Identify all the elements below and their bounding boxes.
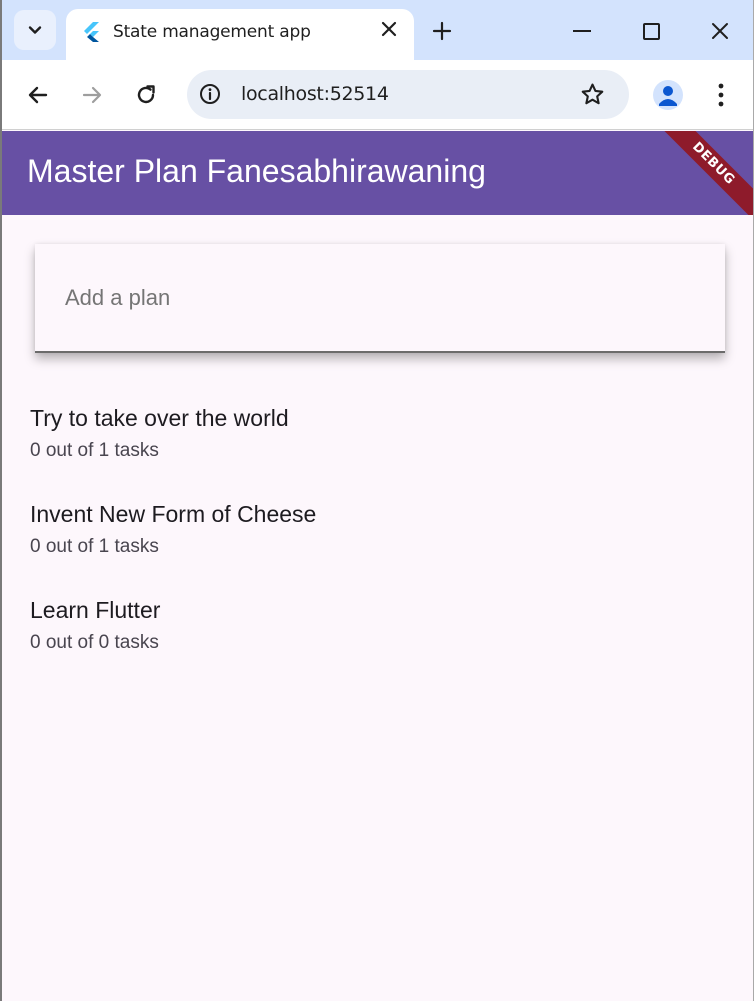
plan-title: Invent New Form of Cheese	[30, 501, 317, 527]
arrow-right-icon[interactable]	[80, 83, 104, 107]
browser-toolbar: localhost:52514	[2, 60, 753, 130]
add-plan-input[interactable]	[65, 285, 685, 311]
plan-progress: 0 out of 1 tasks	[30, 440, 159, 461]
minimize-button[interactable]	[573, 30, 591, 32]
browser-tab[interactable]: State management app	[66, 9, 414, 60]
plan-list-item[interactable]: Learn Flutter 0 out of 0 tasks	[30, 594, 720, 690]
page-title: Master Plan Fanesabhirawaning	[27, 153, 486, 189]
person-icon	[659, 86, 677, 106]
tab-title: State management app	[113, 22, 311, 42]
plus-icon[interactable]	[432, 21, 452, 41]
chevron-down-icon	[28, 26, 42, 34]
reload-icon[interactable]	[134, 83, 158, 107]
plan-list: Try to take over the world 0 out of 1 ta…	[30, 402, 720, 690]
profile-avatar[interactable]	[653, 80, 683, 110]
window-close-icon[interactable]	[711, 22, 729, 40]
tab-search-button[interactable]	[14, 10, 56, 50]
plan-list-item[interactable]: Invent New Form of Cheese 0 out of 1 tas…	[30, 498, 720, 594]
url-text[interactable]: localhost:52514	[241, 83, 389, 105]
add-plan-card	[35, 244, 725, 353]
info-icon[interactable]	[199, 83, 221, 105]
debug-banner: DEBUG	[648, 131, 753, 215]
plan-title: Try to take over the world	[30, 405, 289, 431]
star-icon[interactable]	[580, 82, 605, 107]
close-icon[interactable]	[380, 20, 398, 38]
plan-progress: 0 out of 0 tasks	[30, 632, 159, 653]
browser-window: State management app localhost:52514 Mas…	[0, 0, 754, 1001]
address-bar[interactable]: localhost:52514	[187, 70, 629, 119]
plan-progress: 0 out of 1 tasks	[30, 536, 159, 557]
tab-strip: State management app	[2, 0, 753, 60]
app-bar: Master Plan Fanesabhirawaning DEBUG	[2, 131, 753, 215]
arrow-left-icon[interactable]	[26, 83, 50, 107]
maximize-button[interactable]	[643, 23, 660, 40]
flutter-logo-icon	[84, 22, 99, 42]
plan-title: Learn Flutter	[30, 597, 161, 623]
plan-list-item[interactable]: Try to take over the world 0 out of 1 ta…	[30, 402, 720, 498]
more-vert-icon[interactable]	[718, 82, 724, 108]
